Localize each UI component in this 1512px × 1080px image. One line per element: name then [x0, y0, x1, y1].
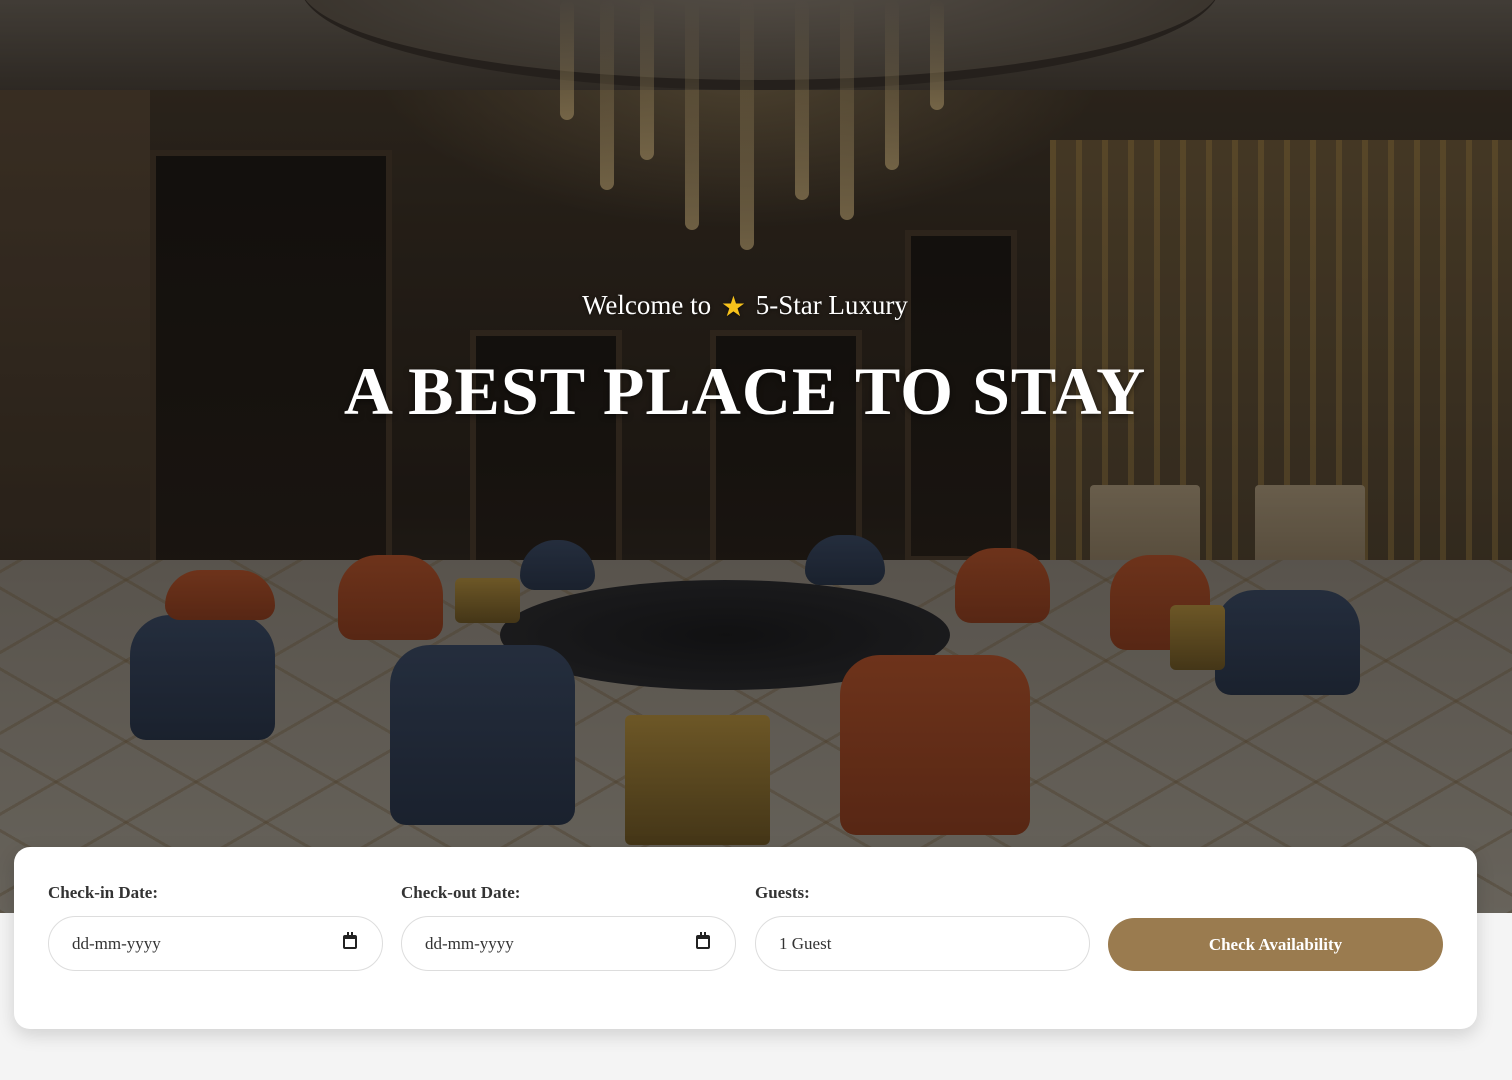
checkout-label: Check-out Date:: [401, 883, 521, 902]
checkout-date-input[interactable]: dd-mm-yyyy: [401, 916, 736, 971]
hero-section: Welcome to ★ 5-Star Luxury A BEST PLACE …: [0, 0, 1512, 913]
checkin-label: Check-in Date:: [48, 883, 159, 902]
guests-input[interactable]: 1 Guest: [755, 916, 1090, 971]
hero-welcome-text: Welcome to ★ 5-Star Luxury: [0, 290, 1490, 323]
guests-value: 1 Guest: [779, 934, 832, 953]
guests-label: Guests:: [755, 883, 810, 902]
calendar-icon[interactable]: [343, 932, 357, 949]
checkout-date-value: dd-mm-yyyy: [425, 934, 514, 953]
calendar-icon[interactable]: [696, 932, 710, 949]
checkin-date-input[interactable]: dd-mm-yyyy: [48, 916, 383, 971]
welcome-suffix: 5-Star Luxury: [755, 290, 908, 320]
check-availability-button[interactable]: Check Availability: [1108, 918, 1443, 971]
checkin-date-value: dd-mm-yyyy: [72, 934, 161, 953]
welcome-prefix: Welcome to: [582, 290, 712, 320]
booking-form: Check-in Date: dd-mm-yyyy Check-out Date…: [14, 847, 1477, 1029]
star-icon: ★: [720, 290, 746, 323]
hero-headline: A BEST PLACE TO STAY: [343, 353, 1147, 429]
